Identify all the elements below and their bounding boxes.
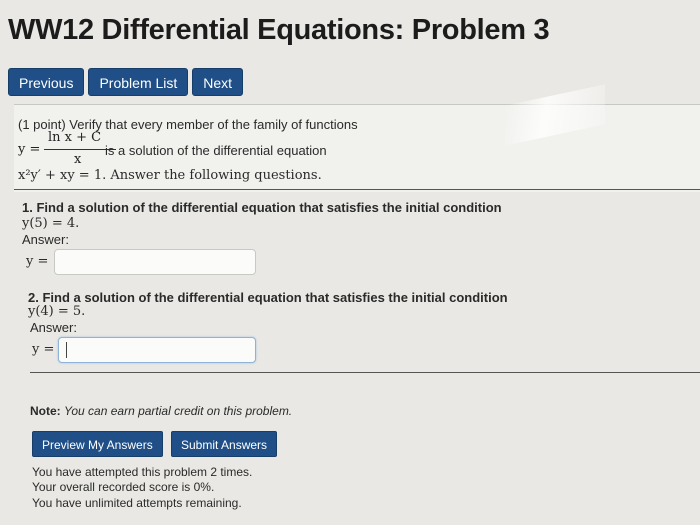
divider-top: [14, 189, 700, 190]
part1-condition: y(5) = 4.: [22, 216, 80, 231]
remaining-status: You have unlimited attempts remaining.: [32, 496, 242, 510]
part1-answer-input[interactable]: [54, 249, 256, 275]
part1-input-label: y =: [26, 254, 49, 269]
next-button[interactable]: Next: [192, 68, 244, 96]
text-caret: [66, 342, 67, 358]
part1-prompt: 1. Find a solution of the differential e…: [22, 200, 502, 215]
part1-answer-label: Answer:: [22, 232, 69, 247]
partial-credit-note: Note: You can earn partial credit on thi…: [30, 404, 292, 418]
note-text: You can earn partial credit on this prob…: [64, 404, 293, 418]
score-status: Your overall recorded score is 0%.: [32, 480, 215, 494]
part2-prompt: 2. Find a solution of the differential e…: [28, 290, 508, 305]
problem-line2: is a solution of the differential equati…: [105, 143, 327, 158]
divider-bottom: [30, 372, 700, 373]
attempts-status: You have attempted this problem 2 times.: [32, 465, 253, 479]
problem-list-button[interactable]: Problem List: [88, 68, 189, 96]
fraction-denominator: x: [74, 152, 82, 167]
page-title: WW12 Differential Equations: Problem 3: [8, 14, 550, 46]
previous-button[interactable]: Previous: [8, 68, 85, 96]
part2-condition: y(4) = 5.: [28, 304, 86, 319]
part2-input-label: y =: [32, 342, 55, 357]
part2-answer-label: Answer:: [30, 320, 77, 335]
problem-nav: Previous Problem List Next: [8, 68, 244, 96]
function-lhs: y =: [18, 142, 41, 157]
fraction-numerator: ln x + C: [48, 130, 102, 145]
submit-answers-button[interactable]: Submit Answers: [171, 431, 278, 457]
preview-answers-button[interactable]: Preview My Answers: [32, 431, 163, 457]
part2-answer-input[interactable]: [58, 337, 256, 363]
note-label: Note:: [30, 404, 61, 418]
differential-equation: x²y′ + xy = 1. Answer the following ques…: [18, 168, 322, 183]
